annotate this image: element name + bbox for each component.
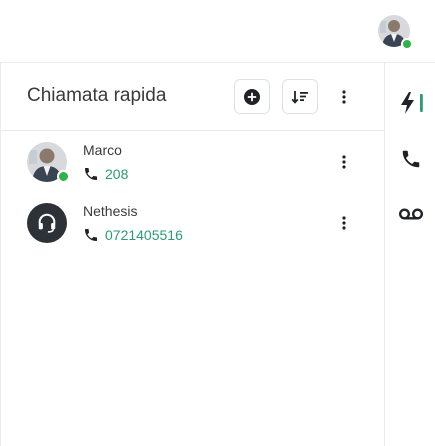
online-status-dot — [401, 38, 413, 50]
speed-dial-tab[interactable] — [394, 86, 428, 120]
contact-name: Marco — [83, 142, 122, 158]
add-speed-dial-button[interactable] — [234, 79, 270, 114]
bolt-icon — [401, 92, 423, 114]
sort-descending-icon — [291, 90, 308, 104]
list-item[interactable]: Marco 208 — [1, 140, 385, 200]
list-item[interactable]: Nethesis 0721405516 — [1, 201, 385, 261]
contact-number-link[interactable]: 208 — [83, 164, 128, 184]
more-vertical-icon — [342, 90, 346, 104]
voicemail-icon — [398, 208, 424, 220]
contact-number: 0721405516 — [105, 227, 183, 243]
headset-icon — [38, 213, 56, 233]
contact-avatar-circle — [27, 203, 67, 243]
more-vertical-icon — [342, 155, 346, 169]
user-avatar[interactable] — [378, 15, 413, 50]
contact-name: Nethesis — [83, 203, 138, 219]
phone-tab[interactable] — [394, 142, 428, 176]
phone-icon — [402, 150, 420, 168]
panel-header: Chiamata rapida — [1, 63, 385, 131]
top-bar — [0, 0, 435, 63]
contact-number: 208 — [105, 166, 129, 182]
sort-button[interactable] — [282, 79, 318, 114]
voicemail-tab[interactable] — [394, 197, 428, 231]
page-title: Chiamata rapida — [27, 85, 167, 106]
contact-avatar — [27, 203, 67, 243]
phone-icon — [85, 229, 97, 241]
contact-more-button[interactable] — [334, 209, 354, 237]
contact-avatar — [27, 142, 70, 183]
panel-more-button[interactable] — [334, 83, 354, 111]
contact-number-link[interactable]: 0721405516 — [83, 225, 183, 245]
online-status-dot — [57, 170, 70, 183]
phone-icon — [85, 168, 97, 180]
more-vertical-icon — [342, 216, 346, 230]
plus-circle-icon — [244, 88, 260, 105]
speed-dial-panel: Chiamata rapida Marco 208 Nethesis 07214… — [0, 63, 385, 446]
contact-more-button[interactable] — [334, 148, 354, 176]
